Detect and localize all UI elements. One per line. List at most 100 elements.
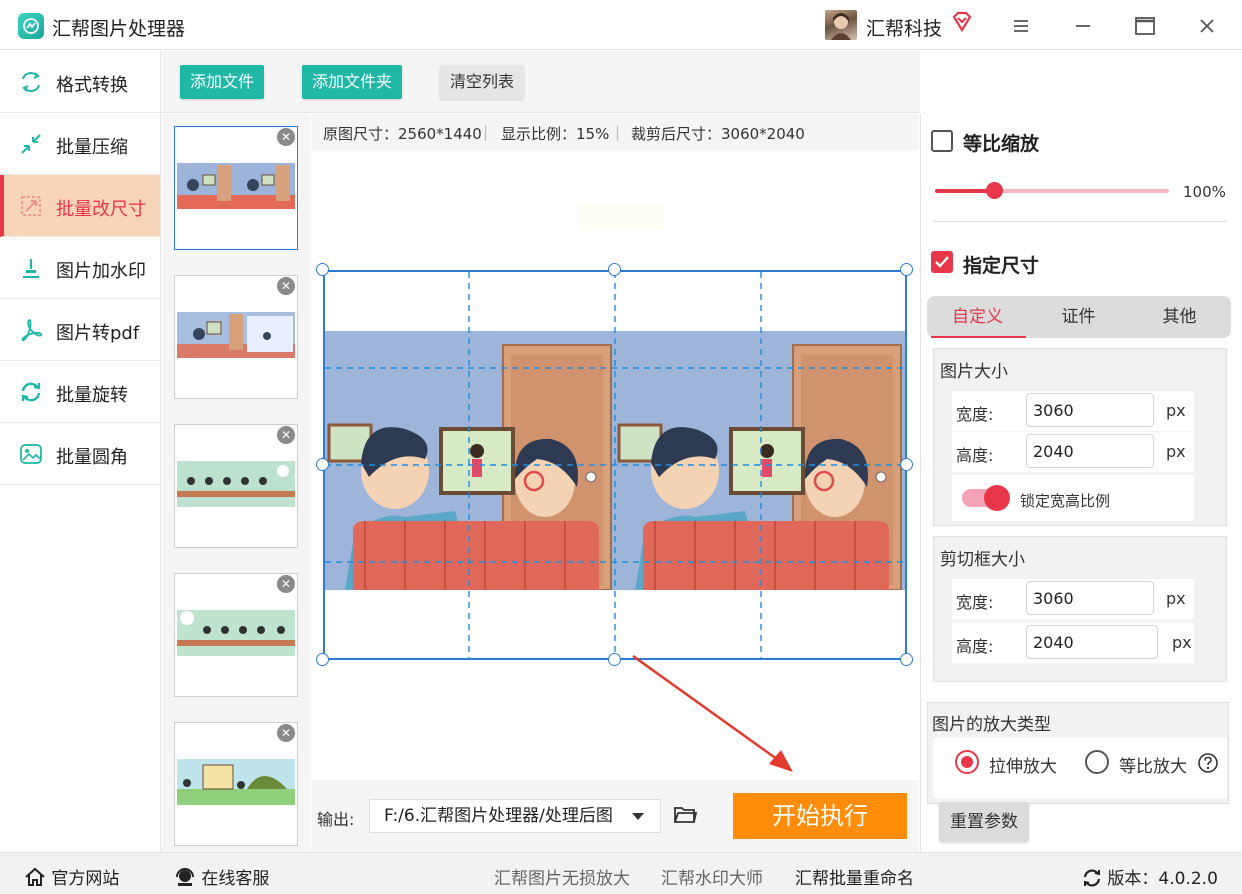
sidebar-item-resize[interactable]: 批量改尺寸 xyxy=(0,175,160,237)
width-label: 宽度: xyxy=(956,405,994,424)
thumbnail-item[interactable]: ✕ xyxy=(174,126,298,250)
sidebar-item-label: 格式转换 xyxy=(56,75,128,96)
add-folder-button[interactable]: 添加文件夹 xyxy=(302,65,402,99)
sidebar-item-label: 图片转pdf xyxy=(56,323,140,344)
remove-thumbnail-icon[interactable]: ✕ xyxy=(277,128,295,146)
thumbnail-item[interactable]: ✕ xyxy=(174,573,298,697)
pdf-icon xyxy=(18,317,44,343)
unit-label: px xyxy=(1166,589,1186,608)
crop-height-input[interactable] xyxy=(1026,625,1158,659)
image-width-input[interactable] xyxy=(1026,393,1154,427)
reset-params-button[interactable]: 重置参数 xyxy=(939,802,1029,842)
lossless-enlarge-link[interactable]: 汇帮图片无损放大 xyxy=(494,864,630,889)
version-info[interactable]: 版本：4.0.2.0 xyxy=(1082,864,1218,889)
sidebar-item-label: 批量旋转 xyxy=(56,385,128,406)
sidebar-item-label: 批量压缩 xyxy=(56,137,128,158)
width-label: 宽度: xyxy=(956,593,994,612)
crop-width-row: 宽度: px xyxy=(952,579,1194,619)
preview-canvas xyxy=(311,150,919,780)
tab-custom[interactable]: 自定义 xyxy=(927,296,1028,338)
display-ratio-text: 显示比例：15% xyxy=(501,125,610,143)
unit-label: px xyxy=(1166,442,1186,461)
scale-value: 100% xyxy=(1183,183,1226,201)
enlarge-type-options: 拉伸放大 等比放大 xyxy=(933,738,1227,798)
sidebar-item-label: 批量圆角 xyxy=(56,447,128,468)
output-path-select[interactable]: F:/6.汇帮图片处理器/处理后图 xyxy=(369,799,661,833)
output-label: 输出: xyxy=(317,810,355,829)
remove-thumbnail-icon[interactable]: ✕ xyxy=(277,426,295,444)
round-corner-icon xyxy=(18,441,44,467)
watermark-master-link[interactable]: 汇帮水印大师 xyxy=(661,864,763,889)
folder-icon[interactable] xyxy=(673,804,698,830)
tab-other[interactable]: 其他 xyxy=(1129,296,1230,338)
batch-rename-link[interactable]: 汇帮批量重命名 xyxy=(795,864,914,889)
help-icon[interactable] xyxy=(1197,752,1219,778)
sidebar-item-watermark[interactable]: 图片加水印 xyxy=(0,237,160,299)
website-link[interactable]: 官方网站 xyxy=(24,864,119,889)
start-button[interactable]: 开始执行 xyxy=(733,793,907,839)
tab-id-photo[interactable]: 证件 xyxy=(1028,296,1129,338)
slider-fill xyxy=(935,189,994,193)
thumbnail-item[interactable]: ✕ xyxy=(174,424,298,548)
crop-size-title: 剪切框大小 xyxy=(940,550,1025,570)
separator: | xyxy=(483,123,489,141)
toggle-knob xyxy=(984,485,1010,511)
maximize-icon[interactable] xyxy=(1131,12,1159,40)
thumbnail-image xyxy=(177,759,295,805)
remove-thumbnail-icon[interactable]: ✕ xyxy=(277,575,295,593)
image-size-group: 图片大小 宽度: px 高度: px 锁定宽高比例 xyxy=(933,348,1227,526)
sidebar-item-format-convert[interactable]: 格式转换 xyxy=(0,51,160,113)
customer-service-link[interactable]: 在线客服 xyxy=(174,864,269,889)
clear-list-button[interactable]: 清空列表 xyxy=(440,65,524,99)
scale-slider[interactable] xyxy=(935,182,1169,199)
height-label: 高度: xyxy=(956,637,994,656)
home-icon xyxy=(25,867,45,886)
title-bar: 汇帮图片处理器 汇帮科技 xyxy=(0,0,1242,50)
rotate-icon xyxy=(18,379,44,405)
sidebar-item-label: 图片加水印 xyxy=(56,261,146,282)
crop-height-row: 高度: px xyxy=(952,623,1194,663)
slider-thumb[interactable] xyxy=(985,182,1003,199)
thumbnail-image xyxy=(177,461,295,507)
avatar[interactable] xyxy=(825,10,857,40)
sidebar-item-rotate[interactable]: 批量旋转 xyxy=(0,361,160,423)
specify-size-label: 指定尺寸 xyxy=(963,255,1040,277)
proportional-scale-label: 等比缩放 xyxy=(963,133,1040,155)
proportional-enlarge-label: 等比放大 xyxy=(1119,757,1187,777)
proportional-enlarge-radio[interactable] xyxy=(1085,750,1109,774)
vip-diamond-icon[interactable] xyxy=(951,11,973,37)
crop-width-input[interactable] xyxy=(1026,581,1154,615)
image-height-input[interactable] xyxy=(1026,434,1154,468)
lock-ratio-label: 锁定宽高比例 xyxy=(1020,492,1111,510)
unit-label: px xyxy=(1166,401,1186,420)
sidebar: 格式转换 批量压缩 批量改尺寸 图片加水印 图片转pdf 批量旋转 批量圆角 xyxy=(0,51,161,852)
image-width-row: 宽度: px xyxy=(952,391,1194,431)
lock-ratio-toggle[interactable] xyxy=(962,485,1010,511)
remove-thumbnail-icon[interactable]: ✕ xyxy=(277,724,295,742)
thumbnail-list: ✕ ✕ ✕ ✕ ✕ xyxy=(162,114,310,852)
lock-ratio-row: 锁定宽高比例 xyxy=(952,475,1194,521)
sidebar-item-round-corner[interactable]: 批量圆角 xyxy=(0,423,160,485)
specify-size-checkbox[interactable] xyxy=(931,251,953,273)
refresh-icon xyxy=(1083,869,1101,887)
menu-icon[interactable] xyxy=(1007,12,1035,40)
thumbnail-item[interactable]: ✕ xyxy=(174,275,298,399)
unit-label: px xyxy=(1172,633,1192,652)
minimize-icon[interactable] xyxy=(1069,12,1097,40)
thumbnail-item[interactable]: ✕ xyxy=(174,722,298,846)
close-icon[interactable] xyxy=(1193,12,1221,40)
check-icon xyxy=(935,256,949,268)
sidebar-item-to-pdf[interactable]: 图片转pdf xyxy=(0,299,160,361)
user-name[interactable]: 汇帮科技 xyxy=(866,14,942,41)
arrow-annotation xyxy=(632,654,793,772)
settings-panel: 等比缩放 100% 指定尺寸 自定义 证件 其他 图片大小 宽度: px 高度:… xyxy=(920,114,1242,852)
enlarge-type-title: 图片的放大类型 xyxy=(932,715,1051,735)
remove-thumbnail-icon[interactable]: ✕ xyxy=(277,277,295,295)
resize-icon xyxy=(18,193,44,219)
proportional-scale-checkbox[interactable] xyxy=(931,130,953,152)
stretch-enlarge-radio[interactable] xyxy=(955,750,979,774)
add-file-button[interactable]: 添加文件 xyxy=(180,65,264,99)
sidebar-item-compress[interactable]: 批量压缩 xyxy=(0,113,160,175)
app-logo-icon xyxy=(18,13,44,39)
website-label: 官方网站 xyxy=(51,869,120,889)
